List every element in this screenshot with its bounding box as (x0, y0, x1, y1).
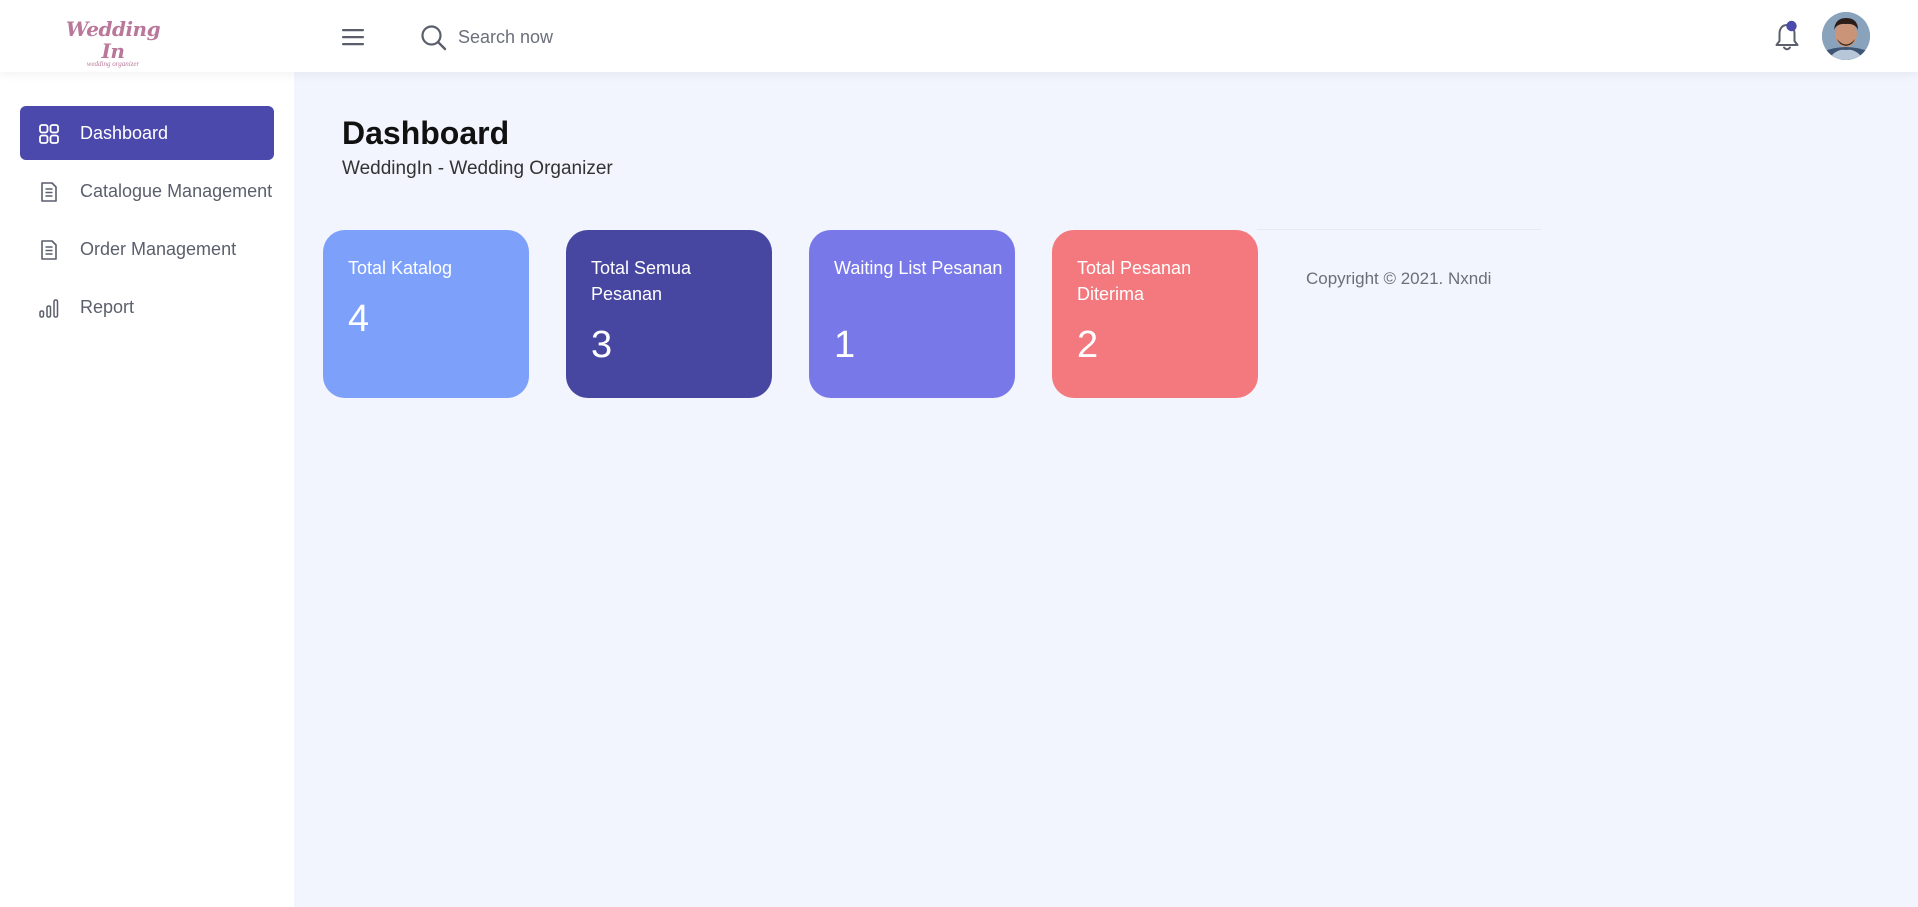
stat-card-label: Waiting List Pesanan (834, 258, 1003, 278)
page-title: Dashboard (342, 115, 510, 151)
stat-card-value: 3 (591, 324, 613, 366)
sidebar-item-catalogue-management[interactable]: Catalogue Management (20, 164, 274, 218)
top-navbar: Wedding In wedding organizer (0, 0, 1918, 72)
document-icon (38, 181, 60, 203)
stat-card-label: Total Pesanan Diterima (1077, 258, 1192, 304)
page-subtitle: WeddingIn - Wedding Organizer (342, 158, 613, 179)
stat-card-value: 2 (1077, 324, 1099, 366)
stat-card-total-semua-pesanan: Total Semua Pesanan 3 (566, 230, 772, 398)
brand-logo[interactable]: Wedding In wedding organizer (58, 18, 168, 68)
stat-card-value: 4 (348, 298, 370, 340)
document-icon (38, 239, 60, 261)
sidebar-item-order-management[interactable]: Order Management (20, 222, 274, 276)
user-avatar[interactable] (1822, 12, 1870, 60)
sidebar-item-label: Report (80, 296, 135, 317)
hamburger-menu-icon[interactable] (340, 26, 366, 48)
stat-card-value: 1 (834, 324, 856, 366)
stat-card-total-pesanan-diterima: Total Pesanan Diterima 2 (1052, 230, 1258, 398)
copyright-text: Copyright © 2021. Nxndi (1306, 269, 1492, 288)
footer-divider (1257, 229, 1541, 230)
sidebar-item-label: Catalogue Management (80, 180, 273, 201)
sidebar-item-report[interactable]: Report (20, 280, 274, 334)
sidebar-item-dashboard[interactable]: Dashboard (20, 106, 274, 160)
logo-title: Wedding In (65, 17, 161, 63)
search-bar (418, 20, 818, 54)
stat-card-label: Total Semua Pesanan (591, 258, 692, 304)
logo-subtitle: wedding organizer (86, 60, 140, 68)
search-icon[interactable] (420, 24, 448, 52)
notification-dot (1786, 20, 1797, 32)
stat-card-total-katalog: Total Katalog 4 (323, 230, 529, 398)
sidebar: Dashboard Catalogue Management Order Man… (0, 72, 294, 907)
sidebar-item-label: Order Management (80, 238, 237, 259)
notification-bell-icon[interactable] (1772, 18, 1802, 54)
stat-card-waiting-list-pesanan: Waiting List Pesanan 1 (809, 230, 1015, 398)
stat-card-label: Total Katalog (348, 258, 453, 278)
bar-chart-icon (38, 297, 60, 319)
grid-icon (38, 123, 60, 145)
search-input[interactable] (458, 24, 798, 50)
sidebar-item-label: Dashboard (80, 122, 169, 143)
